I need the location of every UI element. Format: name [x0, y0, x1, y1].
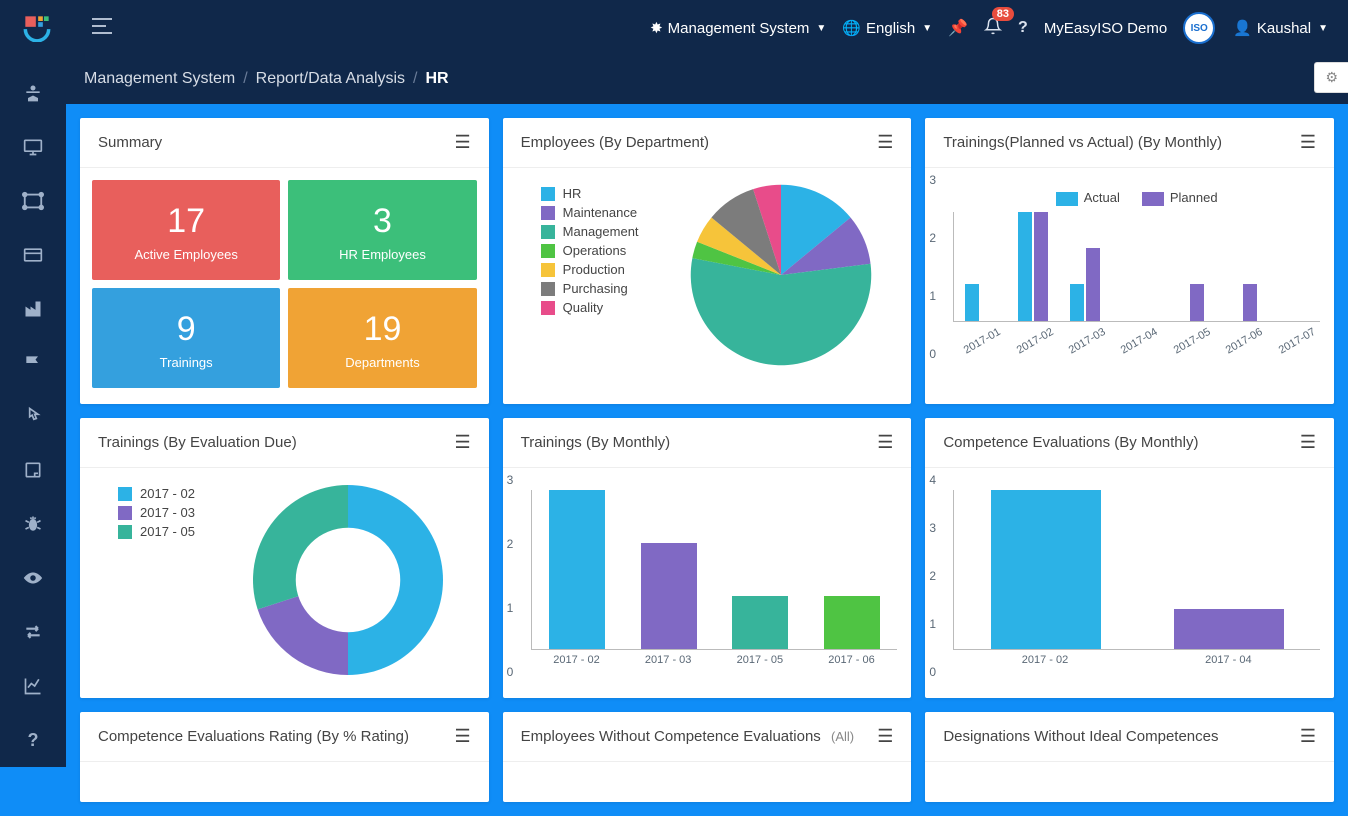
stat-tile[interactable]: 9Trainings — [92, 288, 280, 388]
panel-title: Employees (By Department) — [521, 134, 709, 151]
panel-emp-dept: Employees (By Department) ☰ HRMaintenanc… — [503, 118, 912, 404]
panel-trainings-due: Trainings (By Evaluation Due) ☰ 2017 - 0… — [80, 418, 489, 698]
content-area: Management System / Report/Data Analysis… — [66, 56, 1348, 816]
sidebar-item-person[interactable] — [0, 66, 66, 120]
panel-subtitle: (All) — [831, 729, 854, 744]
bar-chart: 012342017 - 022017 - 04 — [925, 480, 1334, 672]
panel-trainings-pva: Trainings(Planned vs Actual) (By Monthly… — [925, 118, 1334, 404]
notification-badge: 83 — [992, 7, 1014, 21]
panel-summary: Summary ☰ 17Active Employees3HR Employee… — [80, 118, 489, 404]
panel-title: Trainings (By Monthly) — [521, 434, 671, 451]
caret-down-icon: ▼ — [1318, 23, 1328, 34]
caret-down-icon: ▼ — [816, 23, 826, 34]
panel-emp-without: Employees Without Competence Evaluations… — [503, 712, 912, 802]
panel-trainings-monthly: Trainings (By Monthly) ☰ 01232017 - 0220… — [503, 418, 912, 698]
stat-tile[interactable]: 3HR Employees — [288, 180, 476, 280]
gear-icon: ✸ — [650, 19, 663, 37]
panel-title: Summary — [98, 134, 162, 151]
panel-menu-icon[interactable]: ☰ — [877, 432, 893, 453]
legend-planned: Planned — [1170, 190, 1218, 205]
breadcrumb-item[interactable]: Management System — [84, 70, 235, 88]
panel-title: Designations Without Ideal Competences — [943, 728, 1218, 745]
sidebar-item-chart[interactable] — [0, 659, 66, 713]
donut-chart — [248, 480, 448, 680]
caret-down-icon: ▼ — [922, 23, 932, 34]
sidebar-item-bug[interactable] — [0, 497, 66, 551]
breadcrumb-sep: / — [243, 70, 247, 88]
language-label: English — [866, 20, 915, 37]
breadcrumb-current: HR — [426, 70, 449, 88]
pin-icon[interactable]: 📌 — [948, 18, 968, 38]
panel-menu-icon[interactable]: ☰ — [877, 132, 893, 153]
sidebar-item-diagram[interactable] — [0, 174, 66, 228]
bar-chart: 01232017 - 022017 - 032017 - 052017 - 06 — [503, 480, 912, 672]
management-system-dropdown[interactable]: ✸ Management System ▼ — [650, 19, 826, 37]
panel-menu-icon[interactable]: ☰ — [1300, 132, 1316, 153]
sidebar-item-industry[interactable] — [0, 282, 66, 336]
sidebar-item-cursor[interactable] — [0, 390, 66, 444]
sidebar-item-note[interactable] — [0, 443, 66, 497]
help-icon[interactable]: ? — [1018, 19, 1028, 37]
panel-menu-icon[interactable]: ☰ — [455, 432, 471, 453]
topbar: ✸ Management System ▼ 🌐 English ▼ 📌 83 ?… — [0, 0, 1348, 56]
sidebar: ? — [0, 56, 66, 767]
panel-title: Trainings(Planned vs Actual) (By Monthly… — [943, 134, 1222, 151]
dashboard-grid: Summary ☰ 17Active Employees3HR Employee… — [66, 104, 1348, 816]
app-logo[interactable] — [12, 14, 62, 42]
stat-tile[interactable]: 17Active Employees — [92, 180, 280, 280]
company-label[interactable]: MyEasyISO Demo — [1044, 20, 1167, 37]
breadcrumb-item[interactable]: Report/Data Analysis — [256, 70, 405, 88]
breadcrumb-sep: / — [413, 70, 417, 88]
panel-desig-without: Designations Without Ideal Competences ☰ — [925, 712, 1334, 802]
settings-side-tab[interactable]: ⚙ — [1314, 62, 1348, 93]
legend: 2017 - 022017 - 032017 - 05 — [98, 480, 215, 545]
language-dropdown[interactable]: 🌐 English ▼ — [842, 19, 932, 37]
user-icon: 👤 — [1233, 19, 1252, 37]
panel-title: Competence Evaluations (By Monthly) — [943, 434, 1198, 451]
notifications-icon[interactable]: 83 — [984, 17, 1002, 40]
stat-tile[interactable]: 19Departments — [288, 288, 476, 388]
user-name: Kaushal — [1257, 20, 1311, 37]
breadcrumb: Management System / Report/Data Analysis… — [66, 56, 1348, 104]
panel-title: Employees Without Competence Evaluations… — [521, 728, 854, 745]
sidebar-item-help[interactable]: ? — [0, 713, 66, 767]
pie-chart — [686, 180, 876, 370]
panel-title: Competence Evaluations Rating (By % Rati… — [98, 728, 409, 745]
panel-menu-icon[interactable]: ☰ — [455, 726, 471, 747]
user-dropdown[interactable]: 👤 Kaushal ▼ — [1233, 19, 1328, 37]
company-avatar[interactable]: ISO — [1183, 12, 1215, 44]
panel-comp-rating: Competence Evaluations Rating (By % Rati… — [80, 712, 489, 802]
sidebar-item-monitor[interactable] — [0, 120, 66, 174]
sidebar-item-flag[interactable] — [0, 336, 66, 390]
sidebar-item-card[interactable] — [0, 228, 66, 282]
globe-icon: 🌐 — [842, 19, 861, 37]
gear-icon: ⚙ — [1325, 69, 1338, 85]
bar-chart: Actual Planned 01232017-012017-022017-03… — [925, 180, 1334, 354]
panel-title: Trainings (By Evaluation Due) — [98, 434, 297, 451]
panel-competence-monthly: Competence Evaluations (By Monthly) ☰ 01… — [925, 418, 1334, 698]
management-system-label: Management System — [668, 20, 810, 37]
sidebar-item-transfer[interactable] — [0, 605, 66, 659]
legend: HRMaintenanceManagementOperationsProduct… — [521, 180, 659, 321]
panel-menu-icon[interactable]: ☰ — [455, 132, 471, 153]
sidebar-item-eye[interactable] — [0, 551, 66, 605]
panel-menu-icon[interactable]: ☰ — [877, 726, 893, 747]
legend-actual: Actual — [1084, 190, 1120, 205]
sidebar-toggle-icon[interactable] — [92, 18, 112, 39]
panel-menu-icon[interactable]: ☰ — [1300, 432, 1316, 453]
panel-menu-icon[interactable]: ☰ — [1300, 726, 1316, 747]
